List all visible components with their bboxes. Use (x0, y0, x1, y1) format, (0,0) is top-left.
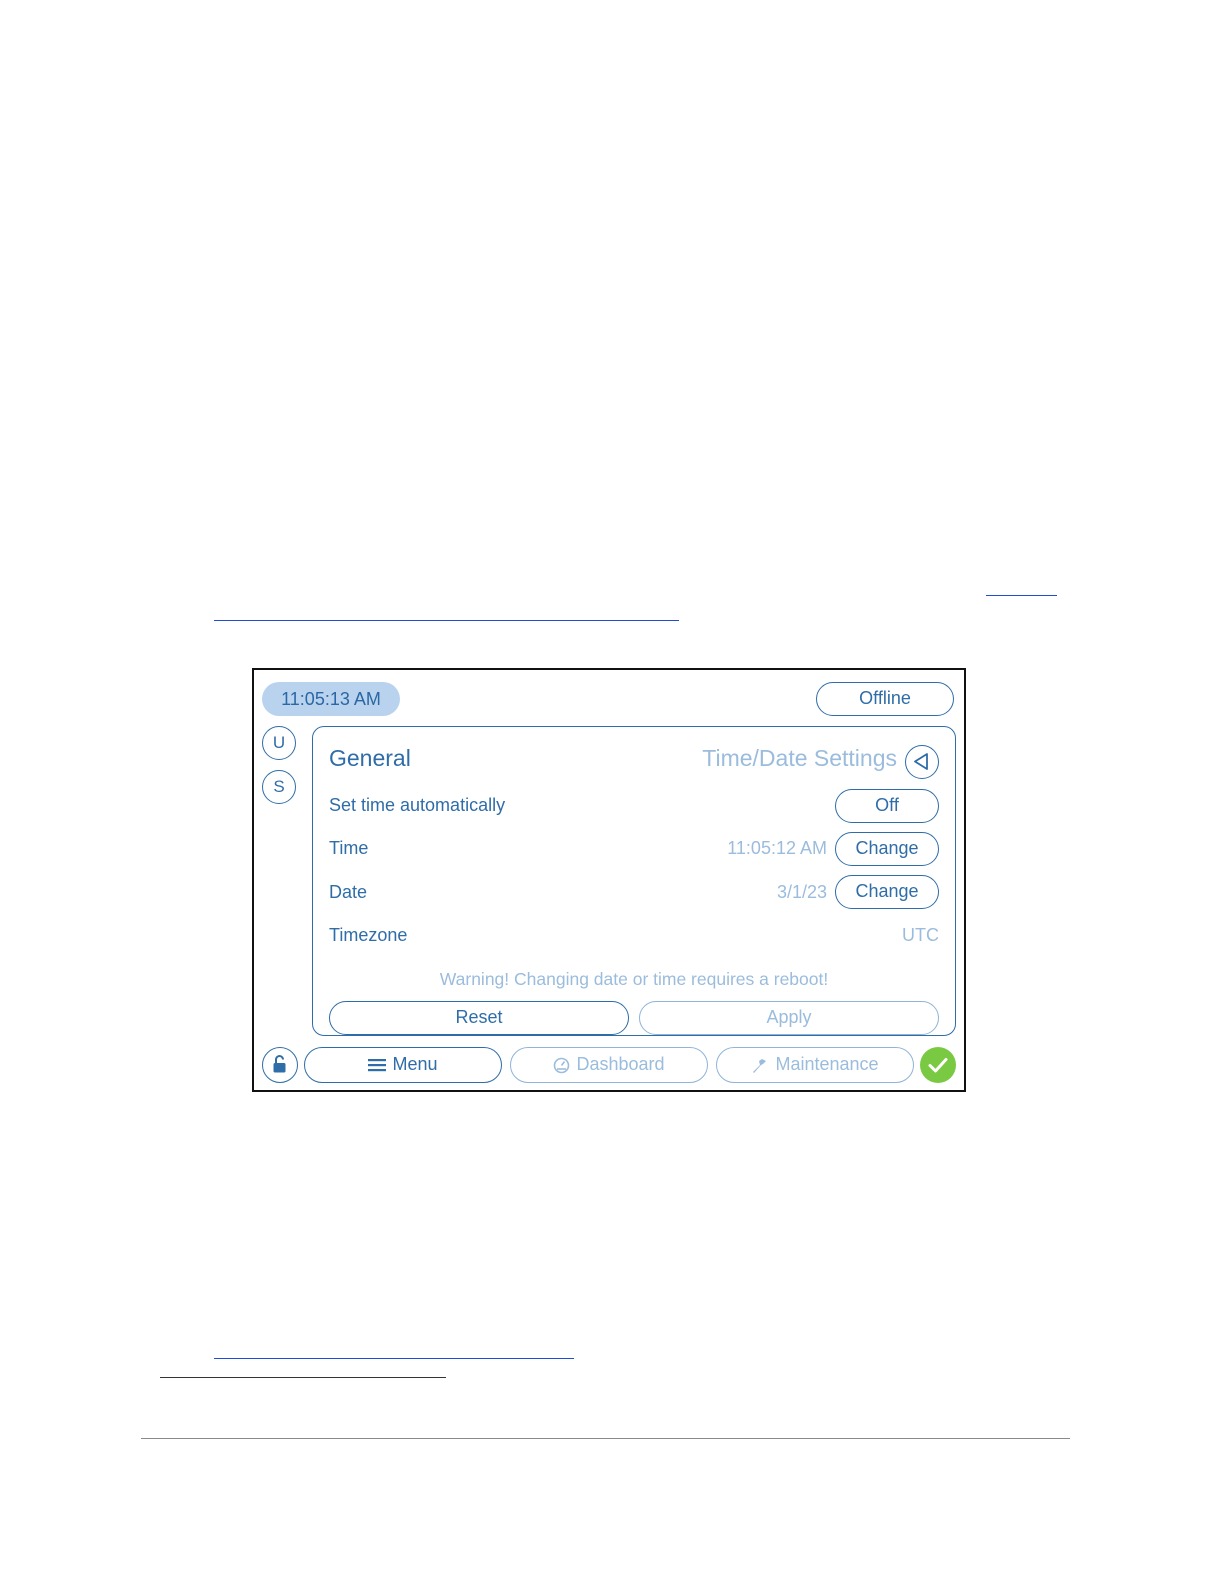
clock-badge: 11:05:13 AM (262, 682, 400, 716)
change-date-button[interactable]: Change (835, 875, 939, 909)
hamburger-menu-icon (368, 1059, 387, 1072)
dashboard-label: Dashboard (576, 1054, 665, 1074)
footnote-link[interactable] (214, 1358, 574, 1359)
lock-button[interactable] (262, 1047, 298, 1083)
timezone-label: Timezone (329, 925, 408, 945)
menu-button[interactable]: Menu (304, 1047, 502, 1083)
reset-button[interactable]: Reset (329, 1001, 629, 1035)
document-link-fragment[interactable] (986, 595, 1057, 596)
reboot-warning: Warning! Changing date or time requires … (439, 969, 829, 989)
footer-rule (141, 1438, 1070, 1439)
check-icon (928, 1058, 948, 1073)
apply-button[interactable]: Apply (639, 1001, 939, 1035)
time-label: Time (329, 838, 369, 858)
date-value: 3/1/23 (776, 882, 827, 902)
change-time-button[interactable]: Change (835, 832, 939, 866)
dashboard-button[interactable]: Dashboard (510, 1047, 708, 1083)
maintenance-icon (753, 1058, 767, 1073)
menu-label: Menu (392, 1054, 438, 1074)
panel-subtitle: Time/Date Settings (702, 745, 897, 771)
device-screen: 11:05:13 AM Offline U S General Time/Dat… (252, 668, 966, 1092)
settings-panel: General Time/Date Settings Set time auto… (312, 726, 956, 1036)
settings-button[interactable]: S (262, 770, 296, 804)
dashboard-icon (554, 1057, 570, 1074)
back-arrow-icon (914, 753, 928, 770)
user-button[interactable]: U (262, 726, 296, 760)
status-ok-indicator (920, 1047, 956, 1083)
footnote-separator (160, 1377, 446, 1378)
document-link[interactable] (214, 620, 679, 621)
maintenance-button[interactable]: Maintenance (716, 1047, 914, 1083)
auto-time-label: Set time automatically (329, 795, 506, 815)
auto-time-toggle[interactable]: Off (835, 789, 939, 823)
offline-button[interactable]: Offline (816, 682, 954, 716)
maintenance-label: Maintenance (775, 1054, 879, 1074)
time-value: 11:05:12 AM (727, 838, 827, 858)
unlock-icon (273, 1055, 286, 1073)
timezone-value: UTC (902, 925, 939, 945)
panel-title: General (329, 745, 411, 771)
date-label: Date (329, 882, 368, 902)
back-button[interactable] (905, 745, 939, 779)
